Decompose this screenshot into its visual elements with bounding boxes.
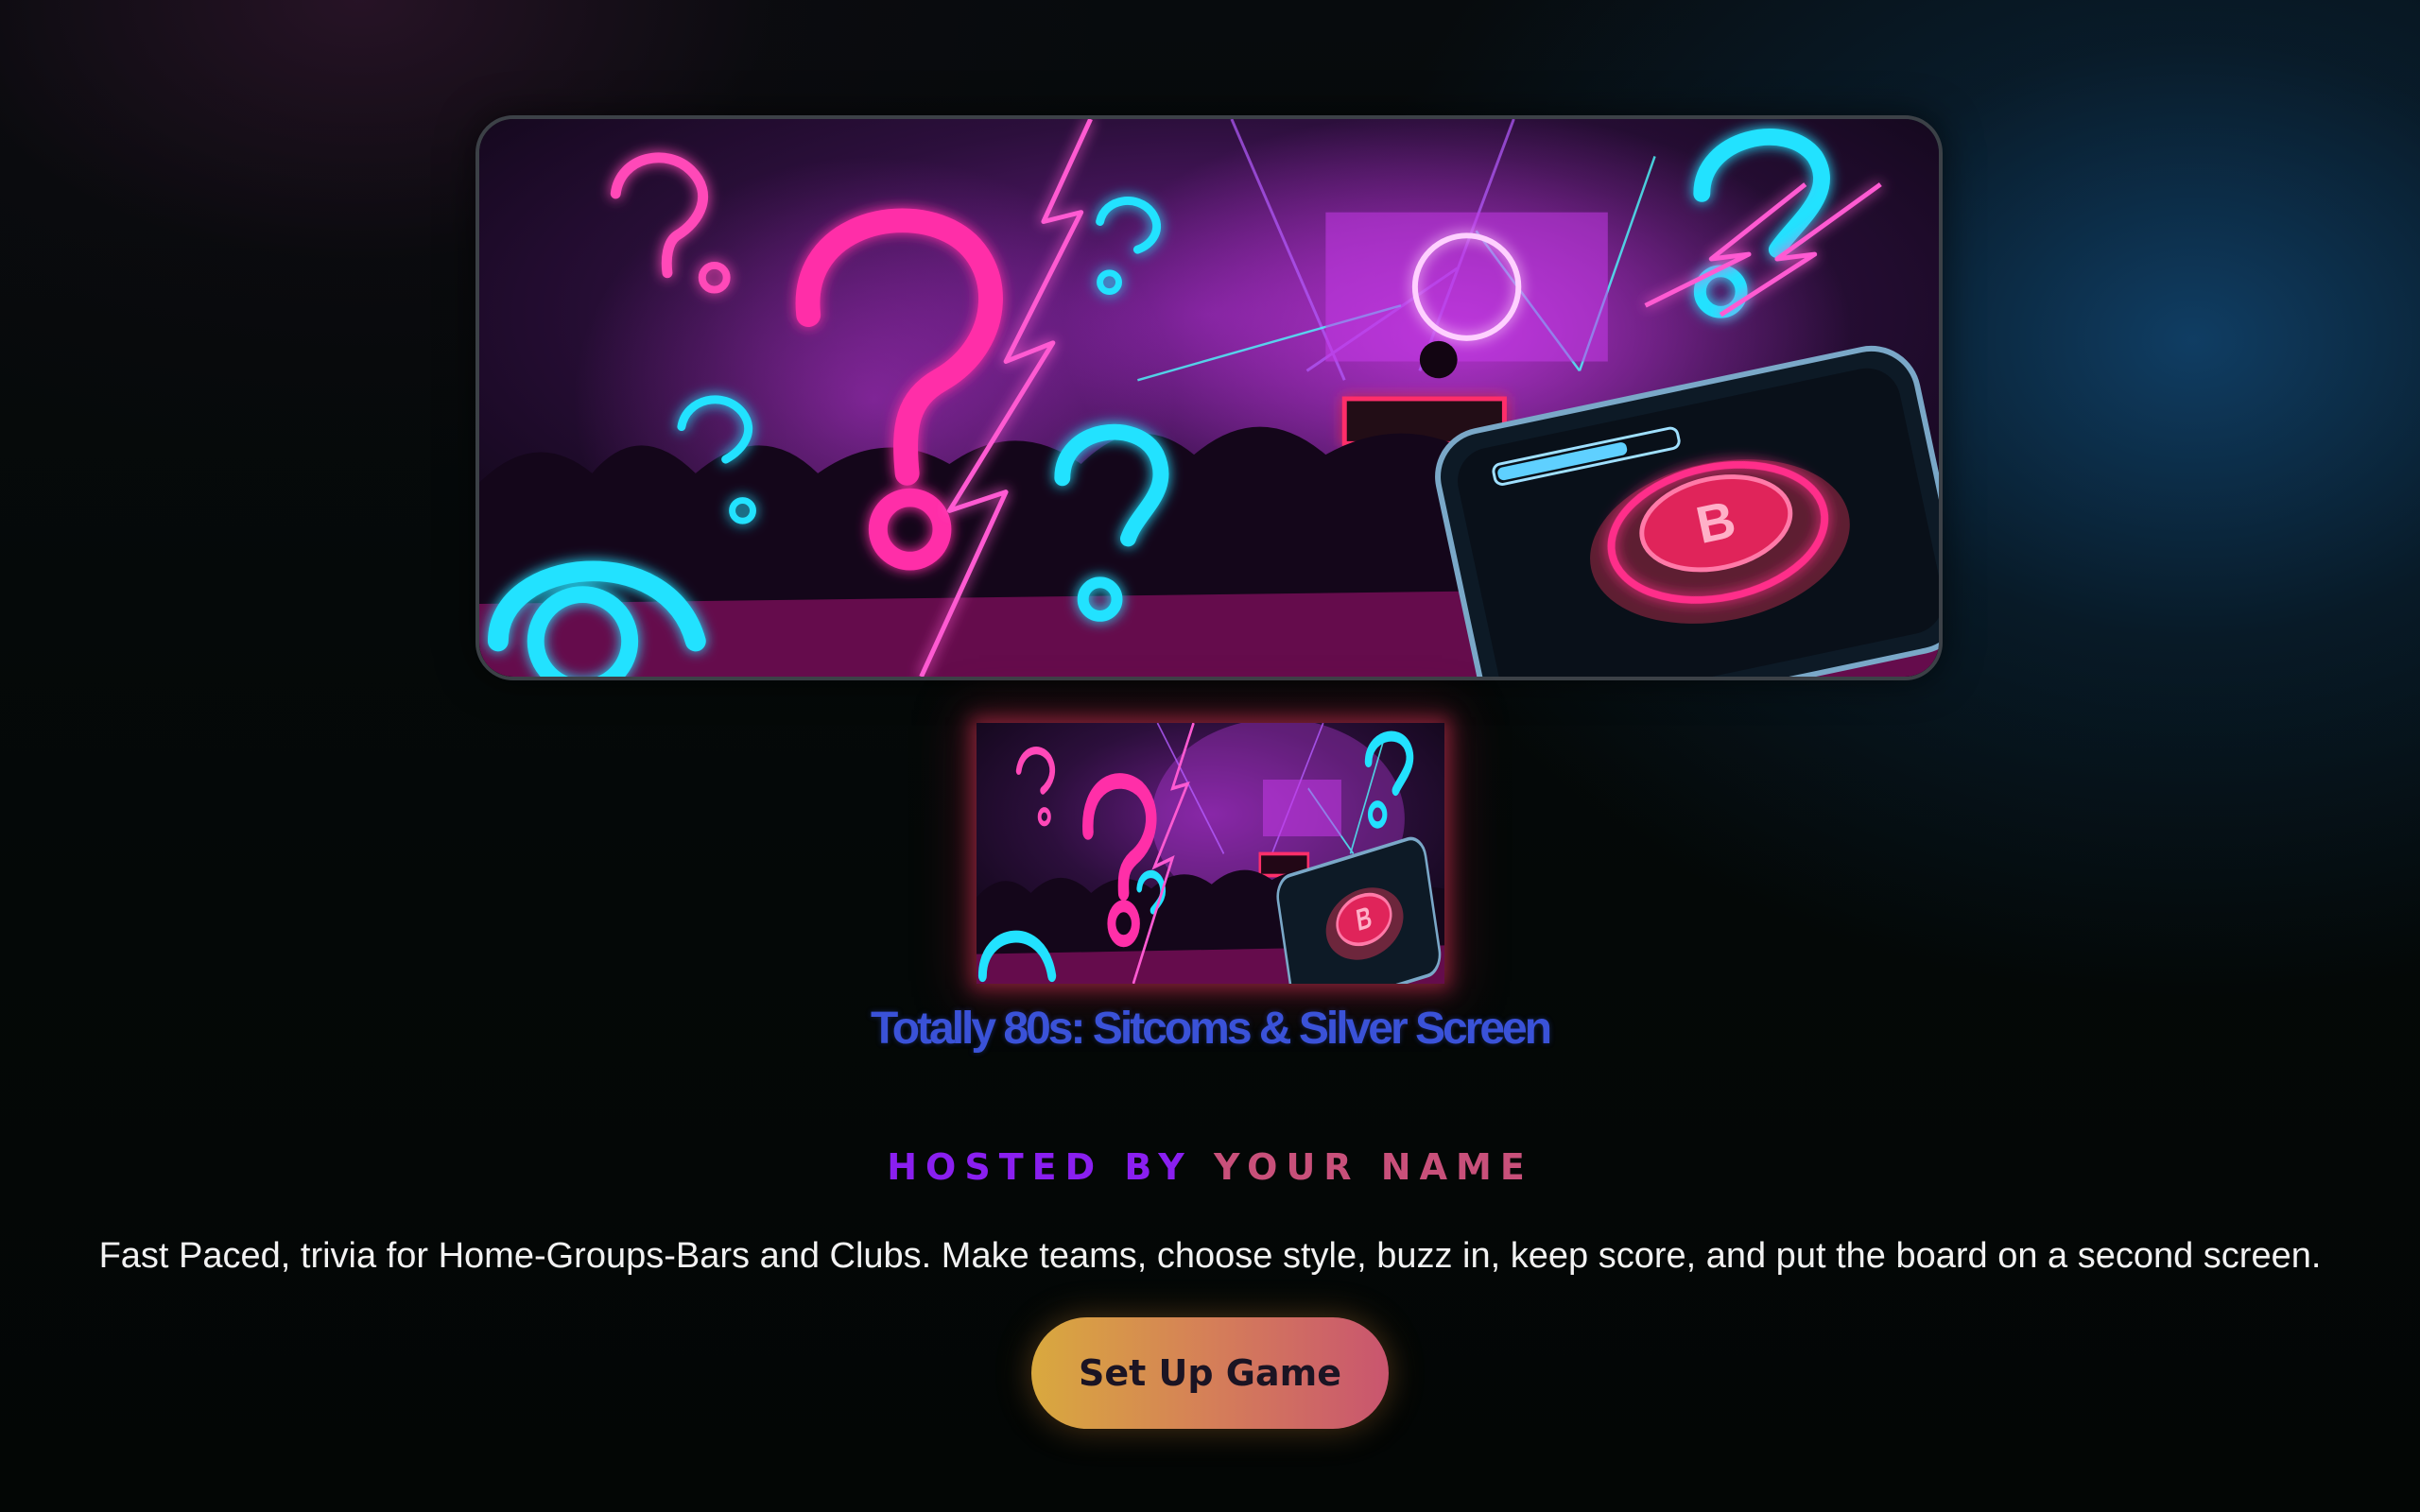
hero-banner: B	[475, 115, 1943, 680]
host-name: YOUR NAME	[1213, 1146, 1533, 1188]
hosted-by-label: HOSTED BY	[887, 1146, 1193, 1188]
hero-artwork: B	[479, 119, 1939, 677]
game-title: Totally 80s: Sitcoms & Silver Screen	[870, 1004, 1552, 1054]
game-description: Fast Paced, trivia for Home-Groups-Bars …	[98, 1236, 2322, 1276]
thumbnail-artwork: B	[977, 723, 1444, 984]
set-up-game-button[interactable]: Set Up Game	[1031, 1317, 1389, 1429]
hosted-by-line: HOSTED BY YOUR NAME	[0, 1143, 2420, 1191]
game-thumbnail: B	[977, 723, 1444, 984]
